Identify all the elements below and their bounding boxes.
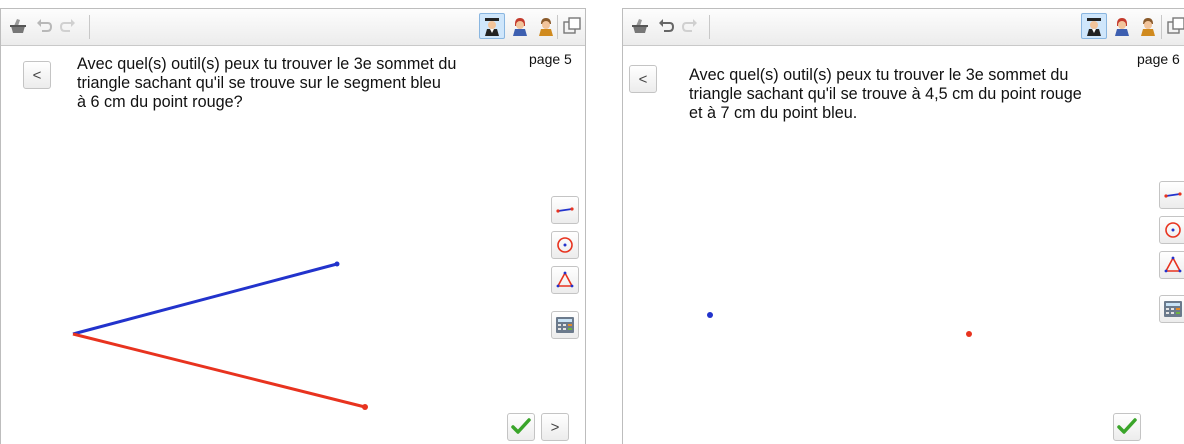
next-button[interactable]: > <box>541 413 569 441</box>
eraser-icon[interactable] <box>627 13 653 39</box>
geometry-canvas[interactable] <box>1 45 586 444</box>
toolbar-separator <box>709 15 710 39</box>
circle-tool-icon <box>557 237 573 253</box>
calculator-button[interactable] <box>1159 295 1184 323</box>
redo-icon[interactable] <box>55 13 81 39</box>
student-alt-icon[interactable] <box>1135 13 1161 39</box>
geometry-canvas[interactable] <box>623 45 1184 444</box>
segment-tool-button[interactable] <box>551 196 579 224</box>
student-alt-icon[interactable] <box>533 13 559 39</box>
segment-tool-icon <box>1164 192 1182 198</box>
circle-tool-button[interactable] <box>1159 216 1184 244</box>
popout-icon[interactable] <box>559 13 585 39</box>
triangle-tool-button[interactable] <box>1159 251 1184 279</box>
toolbar-separator <box>89 15 90 39</box>
calculator-icon <box>1164 301 1182 317</box>
checkmark-icon <box>1117 418 1137 434</box>
red-segment[interactable] <box>72 332 366 409</box>
triangle-tool-button[interactable] <box>551 266 579 294</box>
undo-icon[interactable] <box>653 13 679 39</box>
redo-icon[interactable] <box>677 13 703 39</box>
checkmark-icon <box>511 418 531 434</box>
student-icon[interactable] <box>1109 13 1135 39</box>
validate-button[interactable] <box>1113 413 1141 441</box>
eraser-icon[interactable] <box>5 13 31 39</box>
blue-segment[interactable] <box>72 262 338 336</box>
teacher-icon[interactable] <box>479 13 505 39</box>
toolbar-separator <box>1161 15 1162 39</box>
circle-tool-icon <box>1165 222 1181 238</box>
red-point[interactable] <box>966 331 972 337</box>
validate-button[interactable] <box>507 413 535 441</box>
segment-tool-icon <box>556 207 574 213</box>
toolbar-separator <box>557 15 558 39</box>
popout-icon[interactable] <box>1163 13 1184 39</box>
circle-tool-button[interactable] <box>551 231 579 259</box>
red-point[interactable] <box>362 404 368 410</box>
toolbar <box>1 9 585 46</box>
calculator-button[interactable] <box>551 311 579 339</box>
student-icon[interactable] <box>507 13 533 39</box>
undo-icon[interactable] <box>31 13 57 39</box>
teacher-icon[interactable] <box>1081 13 1107 39</box>
segment-tool-button[interactable] <box>1159 181 1184 209</box>
blue-endpoint[interactable] <box>334 261 340 267</box>
toolbar <box>623 9 1184 46</box>
activity-panel-page-6: < Avec quel(s) outil(s) peux tu trouver … <box>622 8 1184 444</box>
activity-panel-page-5: < Avec quel(s) outil(s) peux tu trouver … <box>0 8 586 444</box>
calculator-icon <box>556 317 574 333</box>
next-button-label: > <box>550 418 560 436</box>
triangle-tool-icon <box>1164 256 1182 273</box>
triangle-tool-icon <box>556 271 574 288</box>
blue-point[interactable] <box>707 312 713 318</box>
